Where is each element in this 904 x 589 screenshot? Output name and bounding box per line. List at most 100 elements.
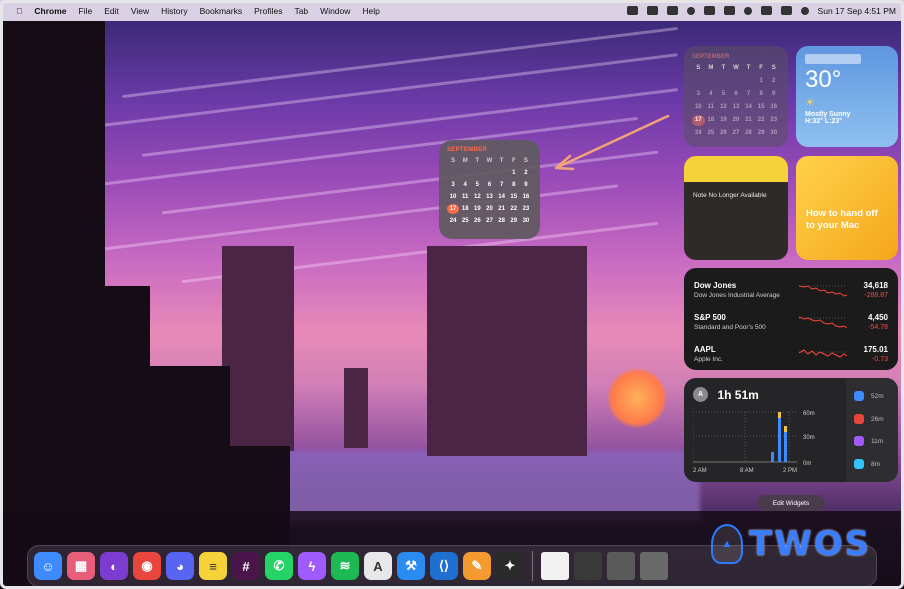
- messenger-icon[interactable]: ϟ: [298, 552, 326, 580]
- calendar-day: 5: [475, 182, 480, 188]
- skype-status-icon[interactable]: [646, 6, 658, 15]
- calendar-day: 12: [720, 104, 727, 110]
- calendar-day: 22: [510, 206, 518, 212]
- calendar-widget-placeholder[interactable]: SEPTEMBER S M T W T F S 1 2 3 4 5 6 7 8 9 10 11 12 13 14 15 16…: [684, 46, 788, 147]
- calendar-day: 24: [449, 218, 457, 224]
- finder-icon[interactable]: ☺: [34, 552, 62, 580]
- calendar-day: 13: [732, 104, 740, 110]
- calendar-day: 6: [487, 182, 492, 188]
- calendar-day: 19: [720, 117, 727, 123]
- calendar-today: 17: [692, 115, 705, 126]
- notes-widget[interactable]: Note No Longer Available: [684, 156, 788, 260]
- calendar-day: 23: [522, 206, 530, 212]
- weekday-label: W: [733, 65, 739, 71]
- edit-widgets-button[interactable]: Edit Widgets: [757, 495, 825, 511]
- stock-row[interactable]: S&P 500 Standard and Poor's 500 4,450 -5…: [694, 306, 888, 338]
- document-icon[interactable]: [541, 552, 569, 580]
- location-redacted: [805, 54, 861, 64]
- app-usage-item[interactable]: 26m: [854, 414, 884, 424]
- ai-app-icon[interactable]: A: [364, 552, 392, 580]
- stock-sparkline: [799, 285, 847, 297]
- menu-profiles[interactable]: Profiles: [248, 6, 288, 16]
- weekday-label: T: [746, 65, 751, 71]
- usage-bar: [778, 416, 781, 462]
- screen-time-app-list: 52m 26m 11m 8m: [846, 378, 898, 482]
- calendar-day: 16: [770, 104, 778, 110]
- usage-bar: [778, 412, 781, 418]
- display-icon[interactable]: [760, 6, 772, 15]
- chrome-icon: [854, 414, 864, 424]
- xcode-icon[interactable]: ⚒: [397, 552, 425, 580]
- stock-change: -288.87: [864, 292, 888, 299]
- menu-bar:  Chrome File Edit View History Bookmark…: [0, 0, 904, 21]
- screen-time-chart: 60m 30m 0m 2 AM 8 AM 2 PM: [693, 411, 815, 474]
- app-menu[interactable]: Chrome: [28, 6, 72, 16]
- app-status-icon[interactable]: [626, 6, 638, 15]
- vscode-icon[interactable]: ⟨⟩: [430, 552, 458, 580]
- menu-history[interactable]: History: [155, 6, 193, 16]
- calendar-day: 4: [463, 182, 467, 188]
- calendar-month: SEPTEMBER: [447, 147, 488, 153]
- menu-tab[interactable]: Tab: [288, 6, 314, 16]
- window-thumbnail-icon[interactable]: [640, 552, 668, 580]
- spotify-icon[interactable]: ≋: [331, 552, 359, 580]
- window-thumbnail-icon[interactable]: [574, 552, 602, 580]
- app-usage-item[interactable]: 8m: [854, 459, 880, 469]
- weekday-label: F: [511, 158, 516, 164]
- screen-time-widget[interactable]: A 1h 51m 60m 30m 0m 2 AM 8 AM 2 PM 52m 2…: [684, 378, 898, 482]
- whatsapp-icon[interactable]: ✆: [265, 552, 293, 580]
- control-center-icon[interactable]: [780, 6, 792, 15]
- stocks-widget[interactable]: Dow Jones Dow Jones Industrial Average 3…: [684, 268, 898, 370]
- calendar-day: 15: [757, 104, 765, 110]
- menu-clock[interactable]: Sun 17 Sep 4:51 PM: [818, 6, 896, 16]
- figma-icon[interactable]: ✦: [496, 552, 524, 580]
- apple-menu-icon[interactable]: : [10, 6, 28, 16]
- menu-window[interactable]: Window: [314, 6, 356, 16]
- usage-bar: [784, 430, 787, 462]
- menu-help[interactable]: Help: [356, 6, 385, 16]
- notes-header: [684, 156, 788, 182]
- calendar-day: 29: [510, 218, 518, 224]
- weekday-label: S: [523, 158, 528, 164]
- spotlight-search-icon[interactable]: [743, 6, 752, 15]
- notes-icon[interactable]: ≡: [199, 552, 227, 580]
- app-usage-item[interactable]: 11m: [854, 436, 883, 446]
- calendar-day: 8: [512, 182, 516, 188]
- calendar-widget-dragging[interactable]: SEPTEMBER S M T W T F S 1 2 3 4 5 6 7 8 9 10 11 12 13 14 15 16…: [439, 140, 540, 239]
- menu-bookmarks[interactable]: Bookmarks: [194, 6, 249, 16]
- stock-row[interactable]: Dow Jones Dow Jones Industrial Average 3…: [694, 274, 888, 306]
- launchpad-icon[interactable]: ▦: [67, 552, 95, 580]
- stock-symbol: S&P 500: [694, 313, 726, 322]
- chrome-icon[interactable]: ◉: [133, 552, 161, 580]
- bluetooth-icon[interactable]: [686, 6, 695, 15]
- calendar-day: 7: [499, 182, 504, 188]
- menu-edit[interactable]: Edit: [98, 6, 125, 16]
- tips-widget[interactable]: How to hand off to your Mac: [796, 156, 898, 260]
- discord-icon[interactable]: ◕: [166, 552, 194, 580]
- window-thumbnail-icon[interactable]: [607, 552, 635, 580]
- calendar-day: 3: [451, 182, 455, 188]
- weather-widget[interactable]: 30° ☀ Mostly Sunny H:32° L:23°: [796, 46, 898, 147]
- cloud-status-icon[interactable]: [666, 6, 678, 15]
- app-usage-duration: 11m: [871, 437, 884, 445]
- slack-icon[interactable]: #: [232, 552, 260, 580]
- weekday-label: T: [499, 158, 504, 164]
- calendar-day: 2: [524, 170, 528, 176]
- calendar-day: 12: [474, 194, 481, 200]
- pages-icon[interactable]: ✎: [463, 552, 491, 580]
- calendar-day: 14: [498, 194, 505, 200]
- stock-row[interactable]: AAPL Apple Inc. 175.01 -0.73: [694, 338, 888, 370]
- menu-file[interactable]: File: [73, 6, 99, 16]
- app-usage-item[interactable]: 52m: [854, 391, 884, 401]
- weekday-label: S: [696, 65, 701, 71]
- calendar-day: 29: [757, 130, 765, 136]
- menu-view[interactable]: View: [125, 6, 155, 16]
- github-desktop-icon[interactable]: ◐: [100, 552, 128, 580]
- app-usage-duration: 52m: [871, 392, 884, 400]
- weather-condition: Mostly Sunny: [805, 111, 851, 118]
- wifi-icon[interactable]: [703, 6, 715, 15]
- battery-icon[interactable]: [723, 6, 735, 15]
- x-tick-label: 8 AM: [740, 468, 754, 474]
- x-tick-label: 2 PM: [783, 468, 797, 474]
- siri-icon[interactable]: [800, 6, 809, 15]
